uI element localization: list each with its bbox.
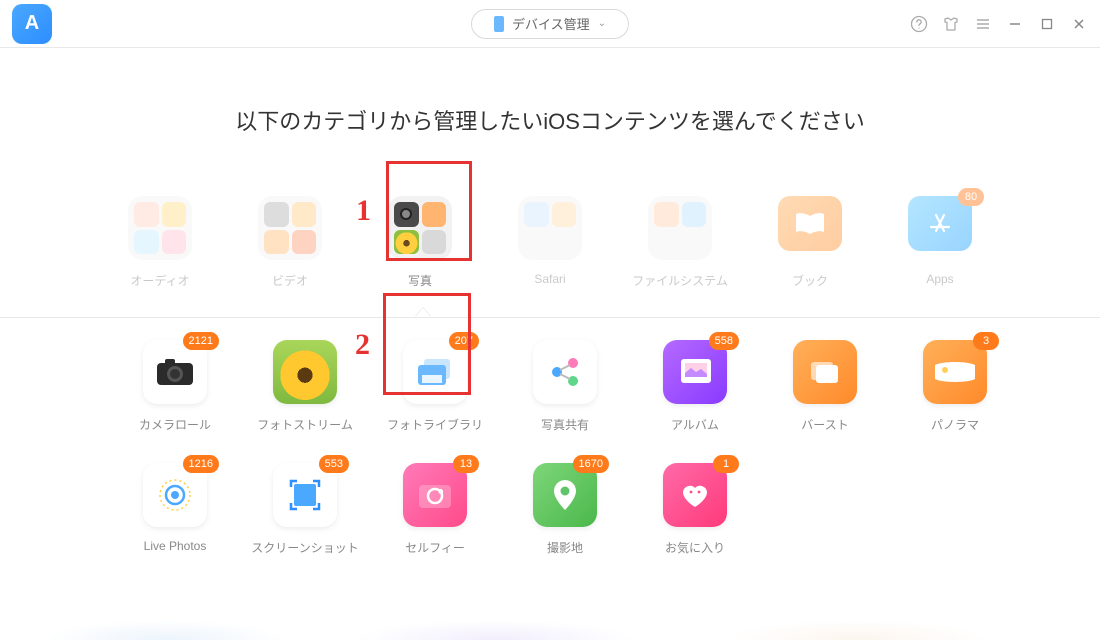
video-icon (258, 196, 322, 260)
category-shared[interactable]: 写真共有 (530, 340, 600, 433)
books-icon (778, 196, 842, 260)
screenshots-icon: 553 (273, 463, 337, 527)
category-places[interactable]: 1670 撮影地 (530, 463, 600, 556)
pointer-triangle (415, 307, 431, 316)
category-books[interactable]: ブック (775, 196, 845, 289)
phone-icon (494, 16, 504, 32)
category-safari[interactable]: Safari (515, 196, 585, 289)
category-label: カメラロール (139, 416, 211, 433)
category-label: ファイルシステム (632, 272, 728, 289)
category-albums[interactable]: 558 アルバム (660, 340, 730, 433)
livephotos-icon: 1216 (143, 463, 207, 527)
shared-icon (533, 340, 597, 404)
category-panorama[interactable]: 3 パノラマ (920, 340, 990, 433)
burst-icon (793, 340, 857, 404)
albums-icon: 558 (663, 340, 727, 404)
files-icon (648, 196, 712, 260)
apps-icon: 80 (908, 196, 972, 260)
category-label: Live Photos (144, 539, 207, 553)
category-label: バースト (801, 416, 848, 433)
category-apps[interactable]: 80 Apps (905, 196, 975, 289)
photo-icon (388, 196, 452, 260)
category-burst[interactable]: バースト (790, 340, 860, 433)
category-label: Apps (926, 272, 953, 286)
count-badge: 1670 (573, 455, 609, 473)
category-label: 写真 (408, 272, 432, 289)
category-screenshots[interactable]: 553スクリーンショット (270, 463, 340, 556)
maximize-button[interactable] (1038, 15, 1056, 33)
category-label: フォトストリーム (257, 416, 353, 433)
count-badge: 558 (709, 332, 739, 350)
category-audio[interactable]: オーディオ (125, 196, 195, 289)
photostream-icon (273, 340, 337, 404)
favorites-icon: 1 (663, 463, 727, 527)
count-badge: 1 (713, 455, 739, 473)
category-photostream[interactable]: フォトストリーム (270, 340, 340, 433)
close-button[interactable] (1070, 15, 1088, 33)
category-label: Safari (534, 272, 565, 286)
logo-letter: A (25, 12, 39, 35)
category-photo[interactable]: 写真 (385, 196, 455, 289)
category-label: パノラマ (931, 416, 979, 433)
section-divider (0, 317, 1100, 318)
app-logo[interactable]: A (12, 4, 52, 44)
category-label: お気に入り (665, 539, 725, 556)
category-label: スクリーンショット (251, 539, 358, 556)
category-label: フォトライブラリ (387, 416, 483, 433)
cameraroll-icon: 2121 (143, 340, 207, 404)
count-badge: 80 (958, 188, 984, 206)
category-label: ブック (792, 272, 828, 289)
count-badge: 3 (973, 332, 999, 350)
photolibrary-icon: 207 (403, 340, 467, 404)
category-files[interactable]: ファイルシステム (645, 196, 715, 289)
category-label: ビデオ (272, 272, 308, 289)
annotation-number-2: 2 (355, 328, 370, 362)
category-selfies[interactable]: 13 セルフィー (400, 463, 470, 556)
safari-icon (518, 196, 582, 260)
category-favorites[interactable]: 1 お気に入り (660, 463, 730, 556)
category-video[interactable]: ビデオ (255, 196, 325, 289)
count-badge: 207 (449, 332, 479, 350)
category-photolibrary[interactable]: 207フォトライブラリ (400, 340, 470, 433)
count-badge: 1216 (183, 455, 219, 473)
device-selector[interactable]: デバイス管理 ⌄ (471, 9, 629, 39)
chevron-down-icon: ⌄ (598, 18, 606, 29)
page-title: 以下のカテゴリから管理したいiOSコンテンツを選んでください (0, 104, 1100, 136)
annotation-number-1: 1 (356, 194, 371, 228)
count-badge: 2121 (183, 332, 219, 350)
category-label: 写真共有 (541, 416, 589, 433)
category-label: 撮影地 (547, 539, 583, 556)
audio-icon (128, 196, 192, 260)
device-label: デバイス管理 (512, 14, 590, 33)
category-label: セルフィー (405, 539, 465, 556)
count-badge: 13 (453, 455, 479, 473)
category-cameraroll[interactable]: 2121 カメラロール (140, 340, 210, 433)
count-badge: 553 (319, 455, 349, 473)
places-icon: 1670 (533, 463, 597, 527)
menu-icon[interactable] (974, 15, 992, 33)
panorama-icon: 3 (923, 340, 987, 404)
skin-icon[interactable] (942, 15, 960, 33)
category-label: オーディオ (130, 272, 189, 289)
selfies-icon: 13 (403, 463, 467, 527)
minimize-button[interactable] (1006, 15, 1024, 33)
category-label: アルバム (671, 416, 719, 433)
footer-decoration (0, 616, 1100, 640)
help-icon[interactable] (910, 15, 928, 33)
category-livephotos[interactable]: 1216 Live Photos (140, 463, 210, 556)
